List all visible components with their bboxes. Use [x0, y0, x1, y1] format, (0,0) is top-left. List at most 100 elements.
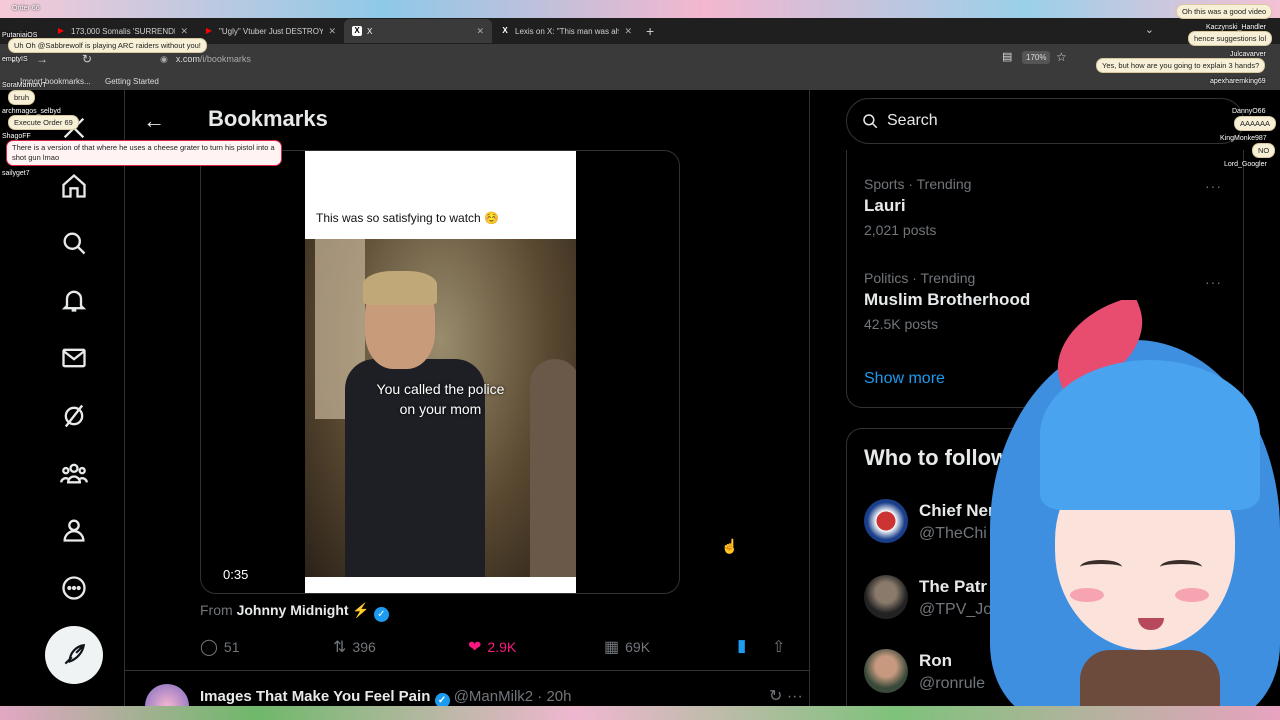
chat-username: KingMonke987	[1220, 135, 1267, 142]
close-tab-icon[interactable]: ✕	[180, 26, 188, 37]
verified-badge-icon: ✓	[373, 607, 389, 622]
close-tab-icon[interactable]: ✕	[476, 26, 484, 37]
tab-title: "Ugly" Vtuber Just DESTROYED	[219, 26, 324, 36]
bookmark-star-icon[interactable]: ☆	[1056, 50, 1067, 64]
chat-message: Oh this was a good video	[1176, 4, 1273, 19]
verified-badge-icon: ✓	[434, 693, 450, 706]
account-name: Ron	[919, 651, 953, 670]
next-post[interactable]: Images That Make You Feel Pain ✓ @ManMil…	[145, 684, 805, 706]
x-logo-icon: X	[502, 26, 508, 35]
post-button[interactable]	[45, 626, 103, 684]
more-icon[interactable]	[56, 570, 92, 606]
chat-username: sailyget7	[2, 170, 30, 177]
chat-username: emptyIS	[2, 56, 28, 63]
subtitle-line: You called the police	[376, 381, 505, 397]
reply-icon: ◯	[200, 639, 218, 656]
avatar[interactable]	[864, 575, 908, 619]
video-player[interactable]: This was so satisfying to watch ☺️ You c…	[200, 150, 680, 594]
video-image: You called the police on your mom	[305, 239, 576, 577]
repost-icon: ⇅	[333, 639, 347, 656]
search-placeholder: Search	[887, 112, 938, 129]
bookmark-icon[interactable]: ▮	[737, 636, 746, 656]
page-title: Bookmarks	[208, 106, 328, 131]
url-field[interactable]: ◉ x.com/i/bookmarks	[160, 49, 1080, 69]
chat-message: NO	[1252, 143, 1276, 158]
heart-icon: ❤	[468, 639, 482, 656]
video-subtitle: You called the police on your mom	[305, 379, 576, 419]
chat-username: DannyO66	[1232, 108, 1266, 115]
like-button[interactable]: ❤ 2.9K	[468, 637, 516, 657]
avatar[interactable]	[864, 499, 908, 543]
left-nav	[0, 90, 124, 706]
views-button[interactable]: ▦ 69K	[604, 637, 650, 657]
tab-title: Lexis on X: "This man was ahea	[515, 26, 620, 36]
mail-icon[interactable]	[56, 340, 92, 376]
reload-icon[interactable]: ↻	[82, 52, 92, 66]
bell-icon[interactable]	[56, 282, 92, 318]
bookmarks-bar: Import bookmarks... Getting Started	[0, 74, 1280, 90]
chat-username: Lord_Googler	[1224, 161, 1267, 168]
communities-icon[interactable]	[56, 455, 92, 491]
reply-count: 51	[223, 639, 240, 655]
show-more-link[interactable]: Show more	[864, 370, 945, 388]
chat-username: SoraMamorvT	[2, 82, 47, 89]
trend-name: Lauri	[864, 196, 906, 215]
more-options-icon[interactable]: ···	[1205, 274, 1222, 290]
back-arrow-icon[interactable]: ←	[143, 108, 165, 134]
bookmark-getting-started[interactable]: Getting Started	[105, 77, 159, 86]
url-path: /i/bookmarks	[199, 54, 251, 64]
more-options-icon[interactable]: ↻ ···	[769, 686, 803, 706]
share-icon[interactable]: ⇧	[772, 637, 785, 657]
forward-icon[interactable]: →	[36, 52, 48, 66]
x-logo-icon: X	[352, 26, 362, 36]
stream-decoration-bottom	[0, 706, 1280, 720]
avatar[interactable]	[145, 684, 189, 706]
author-handle: @ManMilk2 · 20h	[453, 688, 572, 705]
post-actions: ◯ 51 ⇅ 396 ❤ 2.9K ▦ 69K ▮ ⇧	[200, 636, 800, 659]
browser-tab[interactable]: ▶ "Ugly" Vtuber Just DESTROYED ✕	[196, 19, 344, 43]
home-icon[interactable]	[56, 168, 92, 204]
like-count: 2.9K	[487, 639, 517, 655]
repost-button[interactable]: ⇅ 396	[333, 637, 376, 657]
author-name[interactable]: Images That Make You Feel Pain	[200, 688, 430, 705]
grok-icon[interactable]	[56, 398, 92, 434]
trend-category: Sports · Trending	[864, 176, 972, 192]
trend-item[interactable]: Sports · Trending Lauri 2,021 posts	[864, 176, 971, 238]
tab-title: 173,000 Somalis 'SURRENDER t	[71, 26, 175, 36]
browser-tab[interactable]: X Lexis on X: "This man was ahea ✕	[492, 19, 640, 43]
subtitle-line: on your mom	[399, 401, 482, 417]
stream-decoration-top	[0, 0, 1280, 18]
vtuber-avatar-overlay	[960, 300, 1280, 706]
new-tab-button[interactable]: +	[646, 23, 654, 39]
hand-cursor-icon: ☝	[721, 538, 739, 554]
site-info-icon[interactable]: ◉	[160, 54, 168, 65]
analytics-icon: ▦	[604, 639, 620, 656]
youtube-icon: ▶	[205, 26, 213, 35]
from-attribution: From Johnny Midnight ⚡ ✓	[200, 602, 389, 622]
search-input[interactable]: Search	[846, 98, 1244, 144]
youtube-icon: ▶	[57, 26, 65, 35]
more-options-icon[interactable]: ···	[1205, 178, 1222, 194]
close-tab-icon[interactable]: ✕	[328, 26, 336, 37]
search-icon[interactable]	[56, 225, 92, 261]
video-frame: This was so satisfying to watch ☺️ You c…	[305, 151, 576, 593]
chat-message: bruh	[8, 90, 36, 105]
zoom-indicator[interactable]: 170%	[1022, 51, 1051, 64]
next-post-author: Images That Make You Feel Pain ✓ @ManMil…	[200, 688, 571, 706]
chat-message-highlighted: There is a version of that where he uses…	[6, 140, 282, 166]
chat-username: apexharemking69	[1210, 78, 1266, 85]
chevron-down-icon[interactable]: ⌄	[1145, 23, 1154, 36]
reply-button[interactable]: ◯ 51	[200, 637, 239, 657]
from-author-link[interactable]: Johnny Midnight ⚡	[237, 602, 370, 618]
avatar[interactable]	[864, 649, 908, 693]
repost-count: 396	[352, 639, 376, 655]
chat-message: Uh Oh @Sabbrewolf is playing ARC raiders…	[8, 38, 207, 53]
install-app-icon[interactable]: ▤	[1002, 50, 1012, 63]
profile-icon[interactable]	[56, 512, 92, 548]
view-count: 69K	[625, 639, 651, 655]
chat-username: Kaczynski_Handler	[1206, 24, 1266, 31]
chat-username: Julcavarver	[1230, 51, 1266, 58]
chat-username: Order 66	[12, 5, 40, 12]
browser-tab-active[interactable]: X X ✕	[344, 19, 492, 43]
close-tab-icon[interactable]: ✕	[624, 26, 632, 37]
